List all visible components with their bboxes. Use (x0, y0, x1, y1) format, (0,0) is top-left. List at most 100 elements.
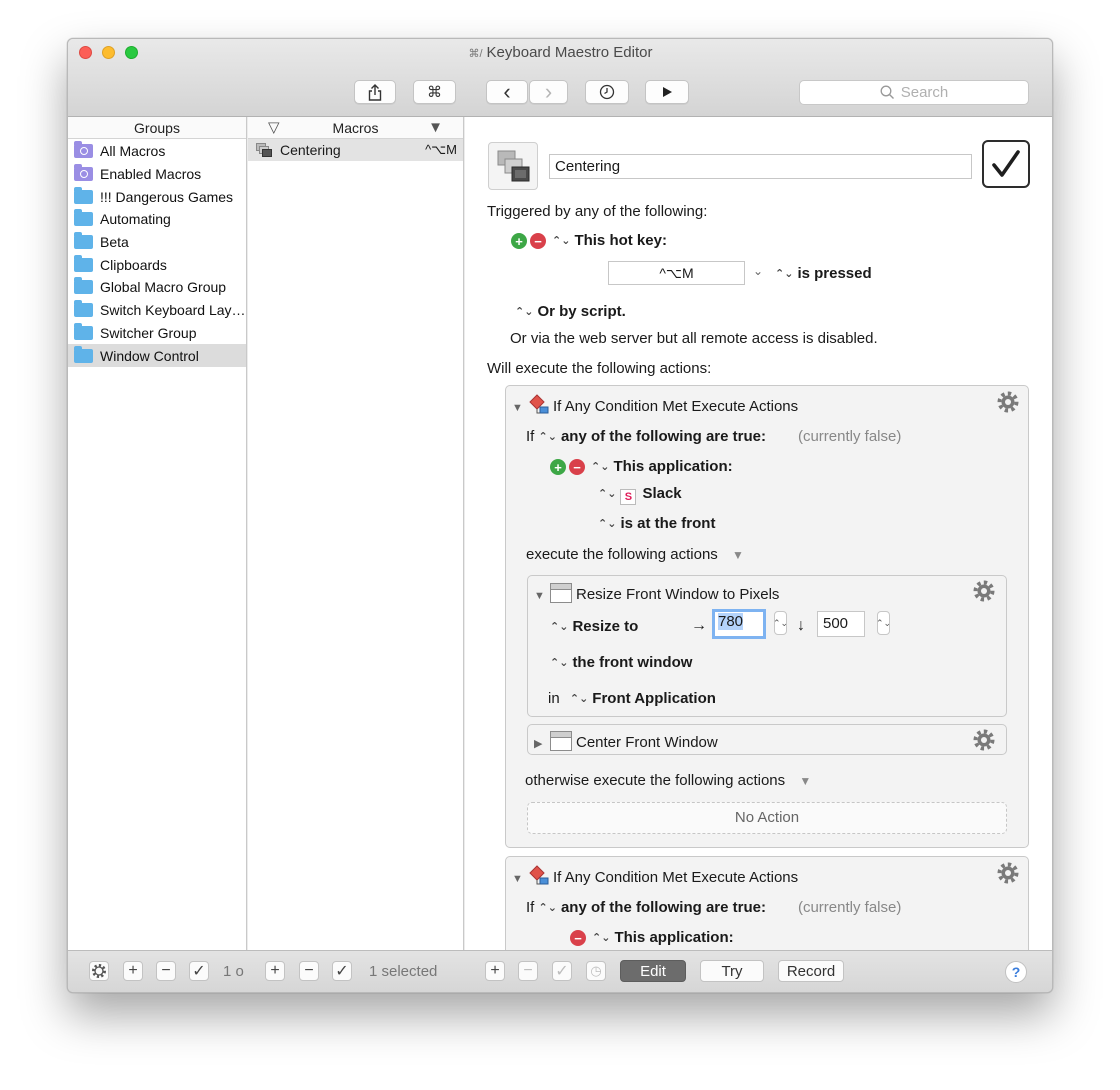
remove-action-button[interactable]: − (518, 961, 538, 981)
macro-item-selected[interactable]: Centering ^⌥M (248, 139, 463, 161)
add-condition-button[interactable]: + (550, 459, 566, 476)
folder-icon (74, 277, 93, 295)
group-settings-button[interactable] (89, 961, 109, 981)
height-stepper[interactable]: ⌃⌄ (876, 611, 891, 635)
if-then-action[interactable]: ▼ If Any Condition Met Execute Actions If… (505, 856, 1029, 950)
target-window-popup[interactable]: ⌃⌄ the front window (550, 654, 692, 671)
back-button[interactable]: ‹ (486, 79, 528, 104)
groups-header[interactable]: Groups (68, 117, 246, 139)
folder-icon (74, 322, 93, 340)
execute-dropdown-icon[interactable]: ▼ (732, 548, 744, 562)
group-item[interactable]: Beta (68, 231, 246, 254)
add-action-button[interactable]: + (485, 961, 505, 981)
run-button[interactable] (645, 80, 689, 104)
is-pressed-popup[interactable]: ⌃⌄ is pressed (775, 265, 872, 282)
group-item[interactable]: All Macros (68, 140, 246, 163)
gear-icon[interactable] (972, 579, 996, 603)
or-by-script-popup[interactable]: ⌃⌄ Or by script. (515, 303, 626, 320)
plus-icon: + (490, 962, 500, 979)
gear-icon[interactable] (996, 390, 1020, 414)
folder-icon (74, 254, 93, 272)
remove-group-button[interactable]: − (156, 961, 176, 981)
width-stepper[interactable]: ⌃⌄ (773, 611, 788, 635)
hotkey-field[interactable]: ^⌥M (608, 261, 745, 285)
disclosure-triangle-icon[interactable]: ▼ (512, 402, 528, 414)
group-item[interactable]: Automating (68, 208, 246, 231)
folder-icon (74, 300, 93, 318)
forward-button[interactable]: › (529, 79, 568, 104)
resize-to-popup[interactable]: ⌃⌄ Resize to (550, 618, 638, 635)
plus-icon: + (270, 962, 280, 979)
help-button[interactable]: ? (1005, 961, 1027, 983)
add-trigger-button[interactable]: + (511, 233, 527, 250)
group-item[interactable]: Clipboards (68, 253, 246, 276)
application-target-popup[interactable]: ⌃⌄ Front Application (570, 690, 716, 707)
height-field[interactable]: 500 (817, 611, 865, 637)
window-icon (550, 583, 572, 603)
add-macro-button[interactable]: + (265, 961, 285, 981)
macros-header[interactable]: ▽ Macros ▼ (248, 117, 463, 139)
filter-icon[interactable]: ▽ (268, 117, 280, 139)
groups-pane: Groups All Macros Enabled Macros !!! Dan… (68, 117, 247, 950)
command-button[interactable]: ⌘ (413, 80, 456, 104)
macro-icon-well[interactable] (488, 142, 538, 190)
arrow-right-icon: → (691, 617, 707, 634)
window-title: ⌘/Keyboard Maestro Editor (468, 44, 653, 61)
edit-button[interactable]: Edit (620, 960, 686, 982)
sort-icon[interactable]: ▼ (428, 117, 443, 139)
updown-icon: ⌃⌄ (598, 518, 617, 530)
try-button[interactable]: Try (700, 960, 764, 982)
otherwise-label: otherwise execute the following actions … (525, 772, 812, 789)
window-icon (550, 731, 572, 751)
gear-icon (92, 964, 106, 978)
disclosure-triangle-icon[interactable]: ▼ (534, 590, 550, 602)
application-condition-popup[interactable]: ⌃⌄ This application: (591, 458, 733, 475)
search-field[interactable]: Search (799, 80, 1029, 105)
is-front-popup[interactable]: ⌃⌄ is at the front (598, 515, 715, 532)
group-item[interactable]: !!! Dangerous Games (68, 185, 246, 208)
share-button[interactable] (354, 80, 396, 104)
group-item[interactable]: Global Macro Group (68, 276, 246, 299)
hotkey-dropdown-icon[interactable]: ⌄ (753, 264, 763, 278)
disclosure-triangle-icon[interactable]: ▶ (534, 737, 550, 750)
condition-popup[interactable]: ⌃⌄ any of the following are true: (539, 428, 766, 445)
minus-icon: − (304, 962, 314, 979)
hotkey-trigger-popup[interactable]: ⌃⌄ This hot key: (552, 232, 667, 249)
history-button[interactable] (585, 80, 629, 104)
remove-condition-button[interactable]: − (570, 930, 586, 947)
action-history-button[interactable]: ◷ (586, 961, 606, 981)
plus-icon: + (128, 962, 138, 979)
macros-pane: ▽ Macros ▼ Centering ^⌥M (248, 117, 464, 950)
application-popup[interactable]: ⌃⌄ S Slack (598, 485, 682, 505)
enable-action-button[interactable]: ✓ (552, 961, 572, 981)
group-item[interactable]: Switcher Group (68, 322, 246, 345)
remove-trigger-button[interactable]: − (530, 233, 546, 250)
remove-condition-button[interactable]: − (569, 459, 585, 476)
record-button[interactable]: Record (778, 960, 844, 982)
macro-name-field[interactable]: Centering (549, 154, 972, 179)
group-item[interactable]: Switch Keyboard Lay… (68, 299, 246, 322)
application-condition-popup[interactable]: ⌃⌄ This application: (592, 929, 734, 946)
width-field[interactable]: 780 (712, 609, 766, 639)
group-item[interactable]: Enabled Macros (68, 163, 246, 186)
condition-popup[interactable]: ⌃⌄ any of the following are true: (539, 899, 766, 916)
otherwise-dropdown-icon[interactable]: ▼ (799, 774, 811, 788)
center-window-action[interactable]: ▶ Center Front Window (527, 724, 1007, 755)
remove-macro-button[interactable]: − (299, 961, 319, 981)
macro-enabled-checkbox[interactable] (982, 140, 1030, 188)
action-header: ▶ Center Front Window (534, 731, 718, 751)
no-action-placeholder[interactable]: No Action (527, 802, 1007, 834)
minus-icon: − (161, 962, 171, 979)
disclosure-triangle-icon[interactable]: ▼ (512, 873, 528, 885)
action-header: ▼ If Any Condition Met Execute Actions (512, 394, 798, 416)
enable-macro-button[interactable]: ✓ (332, 961, 352, 981)
gear-icon[interactable] (972, 728, 996, 752)
resize-window-action[interactable]: ▼ Resize Front Window to Pixels ⌃⌄ Resize … (527, 575, 1007, 717)
updown-icon: ⌃⌄ (592, 932, 611, 944)
group-item-selected[interactable]: Window Control (68, 344, 246, 367)
checkmark-icon: ✓ (555, 963, 569, 980)
add-group-button[interactable]: + (123, 961, 143, 981)
enable-group-button[interactable]: ✓ (189, 961, 209, 981)
macro-icon (497, 150, 530, 182)
gear-icon[interactable] (996, 861, 1020, 885)
